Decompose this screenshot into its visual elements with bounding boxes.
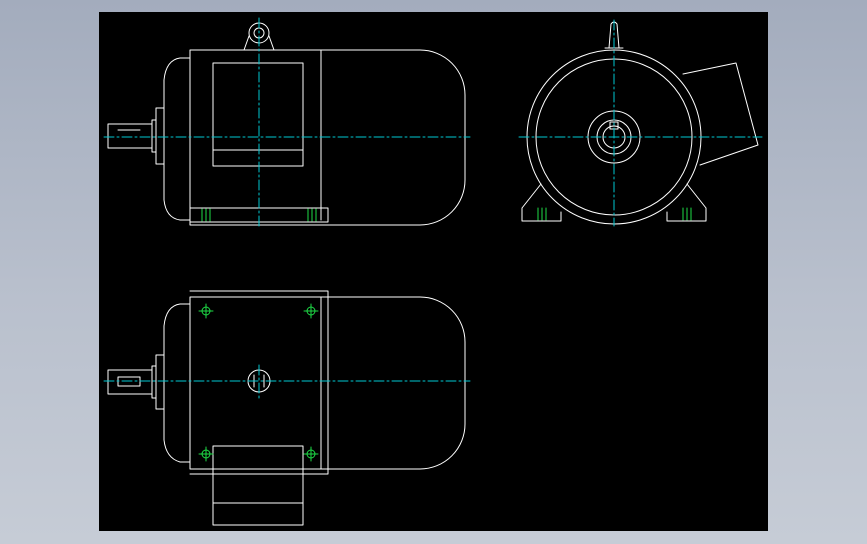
cad-viewport[interactable] xyxy=(99,12,768,531)
end-cap-top xyxy=(163,303,191,463)
mount-hole-br xyxy=(303,446,319,462)
bolt-side-right xyxy=(682,207,692,221)
mount-hole-tl xyxy=(198,303,214,319)
flange-inner-top xyxy=(151,365,157,399)
terminal-box-side xyxy=(682,62,759,166)
flange-inner-front xyxy=(151,119,157,153)
shaft-front xyxy=(107,123,153,149)
side-view xyxy=(521,21,759,225)
terminal-box-front xyxy=(212,62,304,167)
front-view xyxy=(107,22,466,226)
flange-top xyxy=(155,354,165,410)
bolt-marks xyxy=(198,207,692,462)
flange-front xyxy=(155,107,165,165)
terminal-box-top xyxy=(212,445,304,526)
motor-drawing xyxy=(103,17,763,526)
bolt-front-left xyxy=(201,208,211,222)
shaft-top xyxy=(107,369,153,395)
top-view xyxy=(107,290,466,526)
bolt-front-right xyxy=(307,208,317,222)
bolt-side-left xyxy=(537,207,547,221)
mount-hole-tr xyxy=(303,303,319,319)
mount-hole-bl xyxy=(198,446,214,462)
end-cap-front xyxy=(163,57,191,221)
